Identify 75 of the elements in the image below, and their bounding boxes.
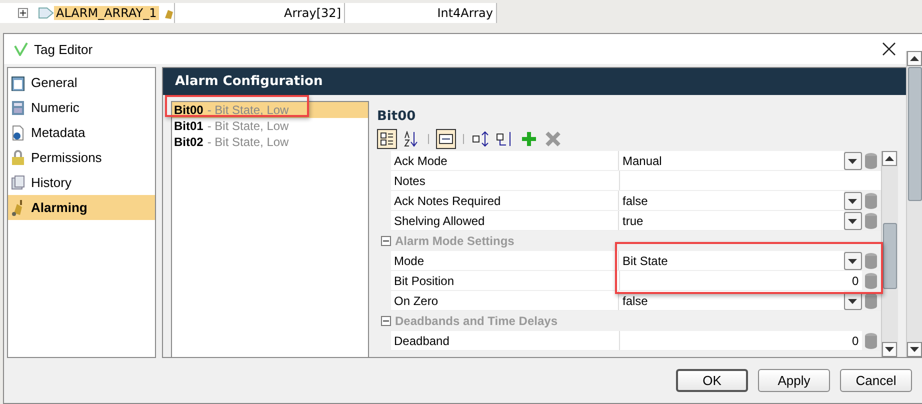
expand-icon[interactable] <box>18 8 28 18</box>
dropdown-button[interactable] <box>844 252 862 270</box>
up-arrow-icon <box>910 56 919 61</box>
alarm-item[interactable]: Bit00 - Bit State, Low <box>172 102 368 118</box>
nav-item[interactable]: Alarming <box>8 195 155 220</box>
alarm-item[interactable]: Bit01 - Bit State, Low <box>172 118 368 134</box>
dialog-button[interactable]: OK <box>676 369 748 392</box>
property-name: Bit Position <box>391 271 620 290</box>
scrollbar[interactable] <box>881 151 898 357</box>
nav-item[interactable]: Metadata <box>8 120 155 145</box>
property-name: Shelving Allowed <box>391 211 620 230</box>
property-value[interactable]: 0 <box>620 331 862 350</box>
close-button[interactable] <box>882 42 896 56</box>
property-value[interactable]: true <box>619 211 844 230</box>
scroll-down-button[interactable] <box>907 342 922 357</box>
database-icon <box>865 212 878 228</box>
app-logo-icon <box>14 42 28 56</box>
property-name: Deadband <box>391 331 620 350</box>
categorized-view-button[interactable] <box>377 129 397 149</box>
property-name: Ack Mode <box>391 151 620 170</box>
scrollbar[interactable] <box>906 51 922 357</box>
dropdown-button[interactable] <box>844 152 862 170</box>
dropdown-arrow-icon <box>848 218 858 224</box>
scroll-down-button[interactable] <box>882 342 897 357</box>
section-title: Alarm Mode Settings <box>395 234 514 248</box>
property-value[interactable]: 0 <box>620 271 862 290</box>
dropdown-button[interactable] <box>844 212 862 230</box>
editor-title: Bit00 <box>377 108 417 126</box>
collapse-toggle[interactable] <box>381 316 391 326</box>
up-arrow-icon <box>885 156 894 161</box>
window-title: Tag Editor <box>34 42 93 56</box>
property-value[interactable]: false <box>619 191 844 210</box>
section-title: Deadbands and Time Delays <box>395 314 558 328</box>
dropdown-arrow-icon <box>848 298 858 304</box>
bell-icon <box>11 200 25 216</box>
nav-item[interactable]: General <box>8 70 155 95</box>
database-icon <box>865 192 878 208</box>
property-name: On Zero <box>391 291 620 310</box>
clipboard-icon <box>11 74 25 90</box>
dropdown-arrow-icon <box>848 258 858 264</box>
nav-item[interactable]: History <box>8 170 155 195</box>
database-icon <box>865 272 878 288</box>
database-icon <box>865 152 878 168</box>
property-name: Ack Notes Required <box>391 191 620 210</box>
card-icon <box>439 134 453 144</box>
down-arrow-icon <box>910 347 919 352</box>
dropdown-button[interactable] <box>844 192 862 210</box>
tree-type: Int4Array <box>437 6 493 20</box>
calculator-icon <box>11 100 25 116</box>
property-value[interactable]: Manual <box>619 151 844 170</box>
dialog-button[interactable]: Apply <box>758 369 830 392</box>
database-icon <box>865 332 878 348</box>
info-document-icon <box>11 124 25 140</box>
scroll-up-button[interactable] <box>882 151 897 166</box>
description-button[interactable] <box>436 129 456 149</box>
documents-icon <box>11 174 25 190</box>
down-arrow-icon <box>885 347 894 352</box>
database-icon <box>865 292 878 308</box>
property-name: Notes <box>391 171 620 190</box>
expand-all-button[interactable] <box>471 129 491 149</box>
nav-item[interactable]: Permissions <box>8 145 155 170</box>
dropdown-arrow-icon <box>848 158 858 164</box>
database-icon <box>865 252 878 268</box>
nav-item[interactable]: Numeric <box>8 95 155 120</box>
scroll-up-button[interactable] <box>907 51 922 66</box>
dialog-button[interactable]: Cancel <box>840 369 912 392</box>
tag-icon <box>38 7 54 19</box>
property-value[interactable]: Bit State <box>619 251 844 270</box>
lock-icon <box>11 150 25 166</box>
property-name: Mode <box>391 251 620 270</box>
tree-value: Array[32] <box>284 6 341 20</box>
collapse-toggle[interactable] <box>381 236 391 246</box>
dropdown-arrow-icon <box>848 198 858 204</box>
alarm-item[interactable]: Bit02 - Bit State, Low <box>172 134 368 150</box>
tree-item[interactable]: ALARM_ARRAY_1 <box>54 6 159 20</box>
